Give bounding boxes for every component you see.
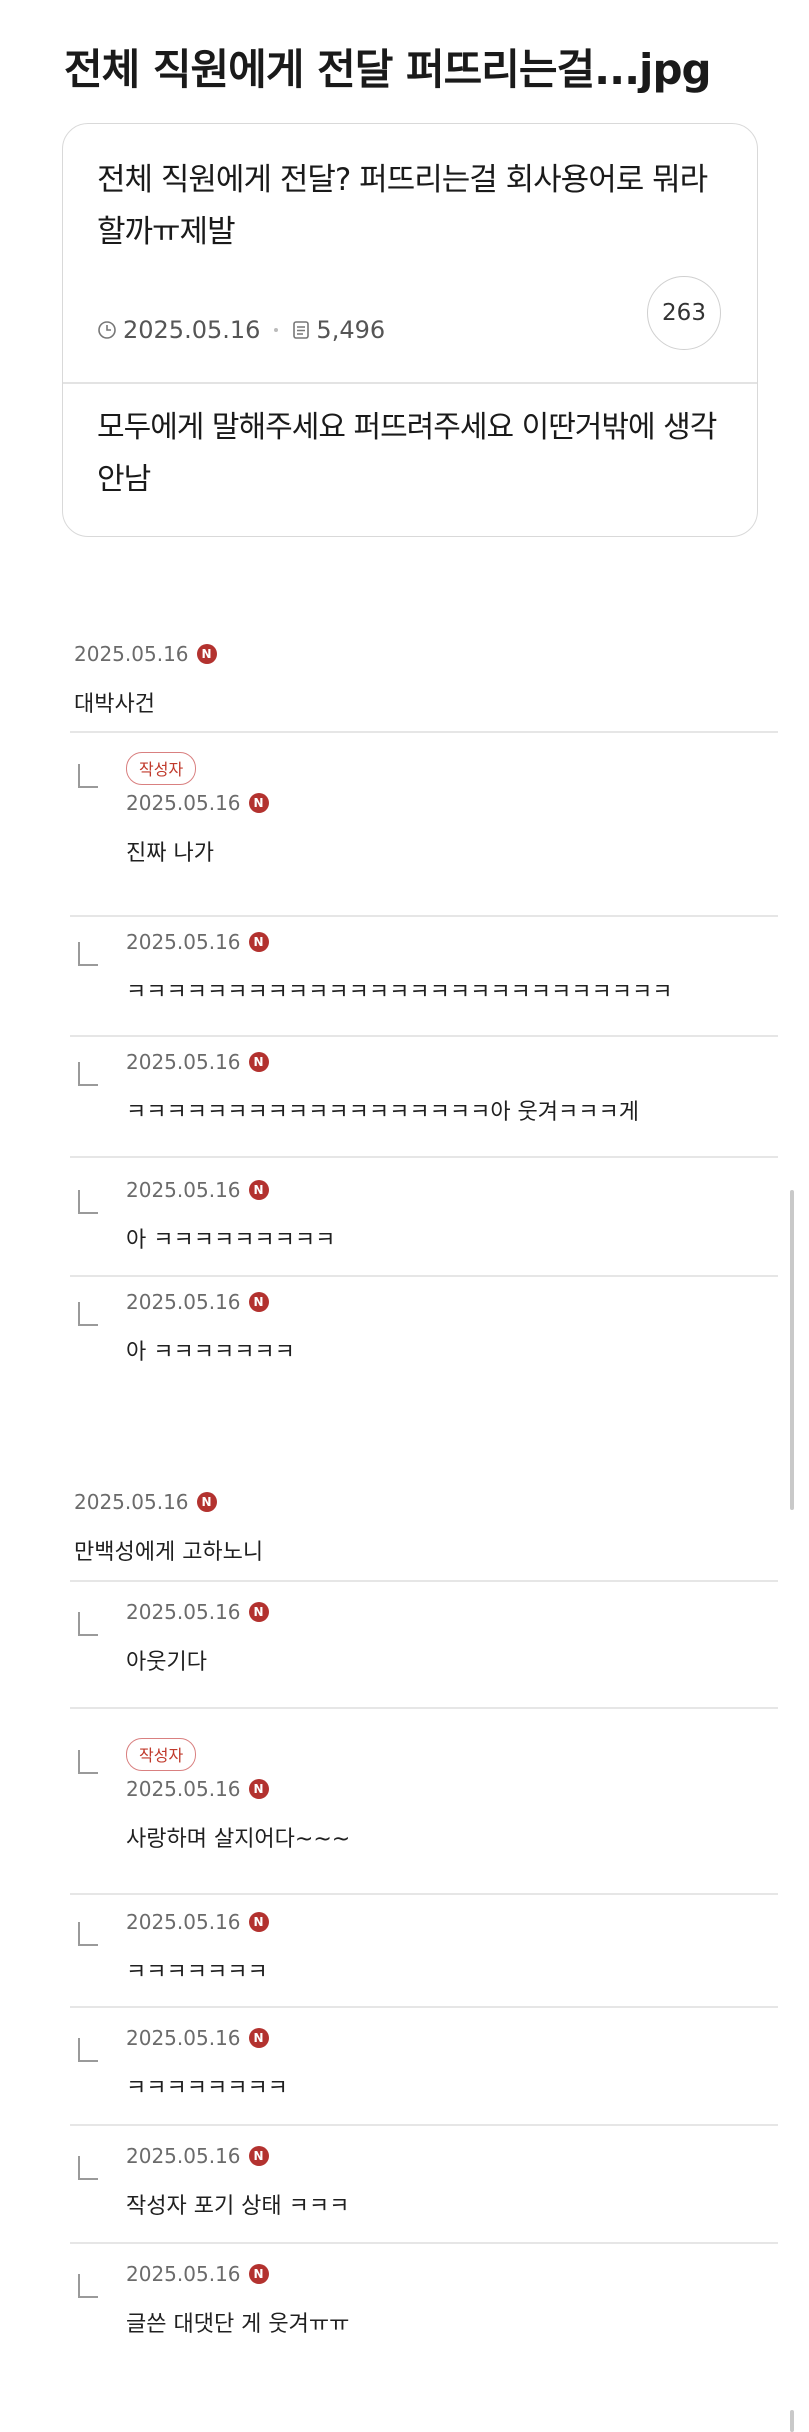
comment-text: 글쓴 대댓단 게 웃겨ㅠㅠ	[126, 2312, 350, 2337]
comment-date: 2025.05.16	[126, 2144, 241, 2168]
card-divider	[63, 382, 757, 384]
author-badge: 작성자	[126, 1738, 197, 1771]
comment-date: 2025.05.16	[126, 1050, 241, 1074]
card-views: 5,496	[316, 316, 386, 344]
author-badge: 작성자	[126, 752, 197, 785]
comment-text: 아웃기다	[126, 1650, 207, 1675]
divider	[70, 2242, 778, 2244]
comment-text: 아 ㅋㅋㅋㅋㅋㅋㅋ	[126, 1340, 295, 1365]
document-icon	[293, 321, 310, 339]
reply-arrow-icon	[78, 942, 98, 966]
new-badge-icon: N	[248, 1052, 269, 1072]
divider	[70, 915, 778, 917]
divider	[70, 1035, 778, 1037]
divider	[70, 1893, 778, 1895]
comment-date: 2025.05.16	[74, 642, 189, 666]
comment-text: ㅋㅋㅋㅋㅋㅋㅋㅋㅋㅋㅋㅋㅋㅋㅋㅋㅋㅋㅋㅋㅋㅋㅋㅋㅋㅋㅋ	[126, 980, 673, 1005]
scrollbar-lower[interactable]	[790, 2410, 794, 2432]
new-badge-icon: N	[196, 1492, 217, 1512]
comment-text: ㅋㅋㅋㅋㅋㅋㅋㅋㅋㅋㅋㅋㅋㅋㅋㅋㅋㅋ아 웃겨ㅋㅋㅋ게	[126, 1100, 639, 1125]
reply-arrow-icon	[78, 2274, 98, 2298]
new-badge-icon: N	[248, 1912, 269, 1932]
comment-date: 2025.05.16	[126, 1777, 241, 1801]
meta-views: 5,496	[292, 316, 385, 344]
comment-text: 대박사건	[74, 692, 155, 717]
card-excerpt: 모두에게 말해주세요 퍼뜨려주세요 이딴거밖에 생각안남	[97, 410, 717, 497]
reply-arrow-icon	[78, 1922, 98, 1946]
comment-date: 2025.05.16	[126, 791, 241, 815]
new-badge-icon: N	[248, 1180, 269, 1200]
divider	[70, 1275, 778, 1277]
divider	[70, 1580, 778, 1582]
post-title: 전체 직원에게 전달 퍼뜨리는걸...jpg	[64, 45, 712, 94]
comment-date: 2025.05.16	[126, 1600, 241, 1624]
comment-text: 진짜 나가	[126, 841, 214, 866]
reply-arrow-icon	[78, 1750, 98, 1774]
new-badge-icon: N	[248, 2146, 269, 2166]
clock-icon	[98, 321, 116, 339]
new-badge-icon: N	[248, 1292, 269, 1312]
new-badge-icon: N	[196, 644, 217, 664]
reply-arrow-icon	[78, 2038, 98, 2062]
reply-arrow-icon	[78, 1062, 98, 1086]
comment-date: 2025.05.16	[126, 1178, 241, 1202]
new-badge-icon: N	[248, 1602, 269, 1622]
reply-arrow-icon	[78, 1612, 98, 1636]
divider	[70, 1156, 778, 1158]
comment-date: 2025.05.16	[126, 1910, 241, 1934]
new-badge-icon: N	[248, 932, 269, 952]
meta-separator	[274, 328, 279, 332]
comment-date: 2025.05.16	[126, 1290, 241, 1314]
comment-text: ㅋㅋㅋㅋㅋㅋㅋ	[126, 1960, 268, 1985]
comment-text: 작성자 포기 상태 ㅋㅋㅋ	[126, 2194, 350, 2219]
divider	[70, 731, 778, 733]
new-badge-icon: N	[248, 2028, 269, 2048]
comment-text: 만백성에게 고하노니	[74, 1540, 264, 1565]
card-meta: 2025.05.16 5,496	[97, 316, 385, 344]
comment-date: 2025.05.16	[126, 2262, 241, 2286]
new-badge-icon: N	[248, 2264, 269, 2284]
divider	[70, 1707, 778, 1709]
card-title: 전체 직원에게 전달? 퍼뜨리는걸 회사용어로 뭐라할까ㅠ제발	[97, 162, 708, 250]
divider	[70, 2124, 778, 2126]
reply-arrow-icon	[78, 1190, 98, 1214]
reply-arrow-icon	[78, 1302, 98, 1326]
reply-arrow-icon	[78, 2156, 98, 2180]
card-date: 2025.05.16	[123, 316, 261, 344]
scrollbar[interactable]	[790, 1190, 794, 1510]
post-card[interactable]: 전체 직원에게 전달? 퍼뜨리는걸 회사용어로 뭐라할까ㅠ제발 2025.05.…	[62, 123, 758, 537]
meta-date: 2025.05.16	[97, 316, 260, 344]
comment-text: 아 ㅋㅋㅋㅋㅋㅋㅋㅋㅋ	[126, 1228, 336, 1253]
comment-date: 2025.05.16	[126, 930, 241, 954]
comment-text: 사랑하며 살지어다~~~	[126, 1827, 351, 1852]
comment-text: ㅋㅋㅋㅋㅋㅋㅋㅋ	[126, 2076, 288, 2101]
new-badge-icon: N	[248, 793, 269, 813]
divider	[70, 2006, 778, 2008]
comment-date: 2025.05.16	[126, 2026, 241, 2050]
reply-arrow-icon	[78, 764, 98, 788]
comment-count-badge[interactable]: 263	[647, 276, 721, 350]
new-badge-icon: N	[248, 1779, 269, 1799]
comment-date: 2025.05.16	[74, 1490, 189, 1514]
